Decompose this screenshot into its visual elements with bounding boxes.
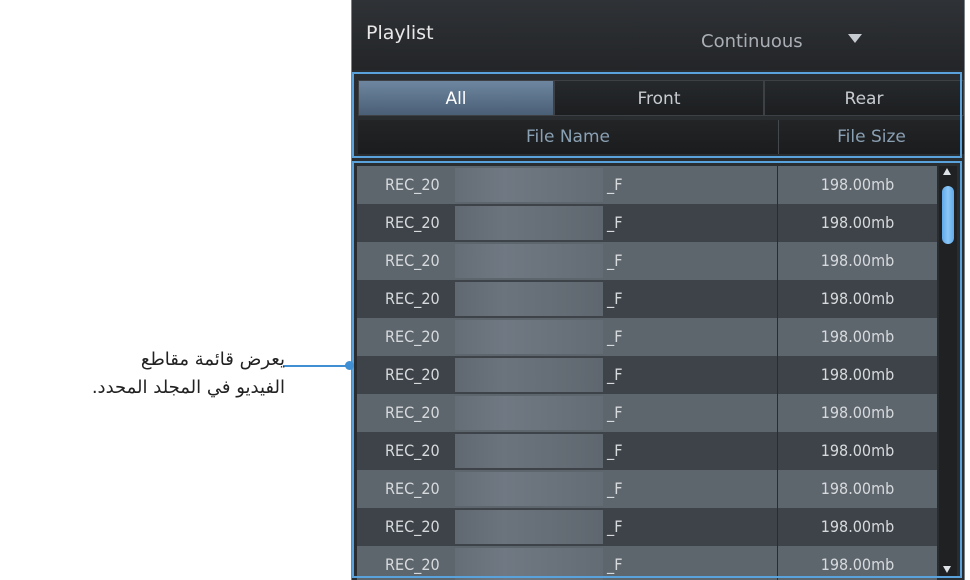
file-name-cell: REC_20 _F [357, 280, 778, 318]
file-name-suffix: _F [607, 403, 623, 422]
file-name-prefix: REC_20 [385, 251, 440, 270]
file-row[interactable]: REC_20 _F 198.00mb [357, 166, 937, 204]
annotation-text: يعرض قائمة مقاطع الفيديو في المجلد المحد… [91, 349, 285, 398]
file-name-prefix: REC_20 [385, 213, 440, 232]
file-name-prefix: REC_20 [385, 289, 440, 308]
file-row[interactable]: REC_20 _F 198.00mb [357, 432, 937, 470]
file-name-cell: REC_20 _F [357, 432, 778, 470]
file-name-suffix: _F [607, 517, 623, 536]
file-name-cell: REC_20 _F [357, 318, 778, 356]
file-row[interactable]: REC_20 _F 198.00mb [357, 508, 937, 546]
tab-all[interactable]: All [358, 80, 554, 116]
redacted-filename [455, 282, 603, 316]
file-name-cell: REC_20 _F [357, 394, 778, 432]
file-row[interactable]: REC_20 _F 198.00mb [357, 546, 937, 580]
file-row[interactable]: REC_20 _F 198.00mb [357, 242, 937, 280]
callout-line [283, 365, 347, 367]
file-list: REC_20 _F 198.00mb REC_20 _F 198.00mb REC_20 _F… [357, 166, 937, 580]
file-name-prefix: REC_20 [385, 403, 440, 422]
file-name-cell: REC_20 _F [357, 546, 778, 580]
file-size-cell: 198.00mb [820, 365, 895, 384]
playback-mode-label[interactable]: Continuous [701, 31, 803, 52]
file-row[interactable]: REC_20 _F 198.00mb [357, 394, 937, 432]
tab-front[interactable]: Front [554, 80, 764, 116]
scroll-down-arrow-icon[interactable] [943, 566, 951, 573]
file-name-prefix: REC_20 [385, 327, 440, 346]
redacted-filename [455, 434, 603, 468]
playlist-header: Playlist Continuous [352, 0, 964, 70]
redacted-filename [455, 168, 603, 202]
tab-rear[interactable]: Rear [764, 80, 964, 116]
file-name-prefix: REC_20 [385, 517, 440, 536]
file-row[interactable]: REC_20 _F 198.00mb [357, 356, 937, 394]
file-name-cell: REC_20 _F [357, 242, 778, 280]
file-size-cell: 198.00mb [820, 403, 895, 422]
column-file-name[interactable]: File Name [358, 120, 779, 154]
file-name-prefix: REC_20 [385, 441, 440, 460]
file-size-cell: 198.00mb [820, 175, 895, 194]
file-name-prefix: REC_20 [385, 365, 440, 384]
file-name-cell: REC_20 _F [357, 470, 778, 508]
file-name-suffix: _F [607, 555, 623, 574]
chevron-down-icon[interactable] [848, 34, 862, 43]
column-file-size[interactable]: File Size [779, 120, 964, 154]
file-name-suffix: _F [607, 289, 623, 308]
redacted-filename [455, 320, 603, 354]
scrollbar[interactable] [939, 166, 957, 576]
filter-tabs: All Front Rear [358, 80, 964, 118]
scroll-up-arrow-icon[interactable] [943, 168, 951, 175]
file-name-cell: REC_20 _F [357, 508, 778, 546]
redacted-filename [455, 472, 603, 506]
file-name-suffix: _F [607, 251, 623, 270]
file-name-suffix: _F [607, 441, 623, 460]
scroll-thumb[interactable] [942, 186, 954, 244]
file-row[interactable]: REC_20 _F 198.00mb [357, 318, 937, 356]
file-row[interactable]: REC_20 _F 198.00mb [357, 204, 937, 242]
redacted-filename [455, 358, 603, 392]
file-size-cell: 198.00mb [820, 213, 895, 232]
redacted-filename [455, 396, 603, 430]
playlist-panel: Playlist Continuous All Front Rear File … [351, 0, 965, 580]
file-name-suffix: _F [607, 175, 623, 194]
file-size-cell: 198.00mb [820, 517, 895, 536]
file-row[interactable]: REC_20 _F 198.00mb [357, 470, 937, 508]
file-name-cell: REC_20 _F [357, 204, 778, 242]
callout-dot [345, 361, 354, 370]
file-name-suffix: _F [607, 327, 623, 346]
file-size-cell: 198.00mb [820, 441, 895, 460]
playlist-title: Playlist [366, 22, 434, 44]
file-name-prefix: REC_20 [385, 479, 440, 498]
file-row[interactable]: REC_20 _F 198.00mb [357, 280, 937, 318]
column-header: File Name File Size [358, 120, 964, 154]
file-name-suffix: _F [607, 479, 623, 498]
file-name-prefix: REC_20 [385, 175, 440, 194]
redacted-filename [455, 548, 603, 580]
file-size-cell: 198.00mb [820, 479, 895, 498]
redacted-filename [455, 244, 603, 278]
file-name-suffix: _F [607, 365, 623, 384]
file-size-cell: 198.00mb [820, 289, 895, 308]
redacted-filename [455, 206, 603, 240]
file-size-cell: 198.00mb [820, 251, 895, 270]
file-name-cell: REC_20 _F [357, 166, 778, 204]
file-name-cell: REC_20 _F [357, 356, 778, 394]
redacted-filename [455, 510, 603, 544]
file-size-cell: 198.00mb [820, 555, 895, 574]
file-name-suffix: _F [607, 213, 623, 232]
file-size-cell: 198.00mb [820, 327, 895, 346]
file-name-prefix: REC_20 [385, 555, 440, 574]
